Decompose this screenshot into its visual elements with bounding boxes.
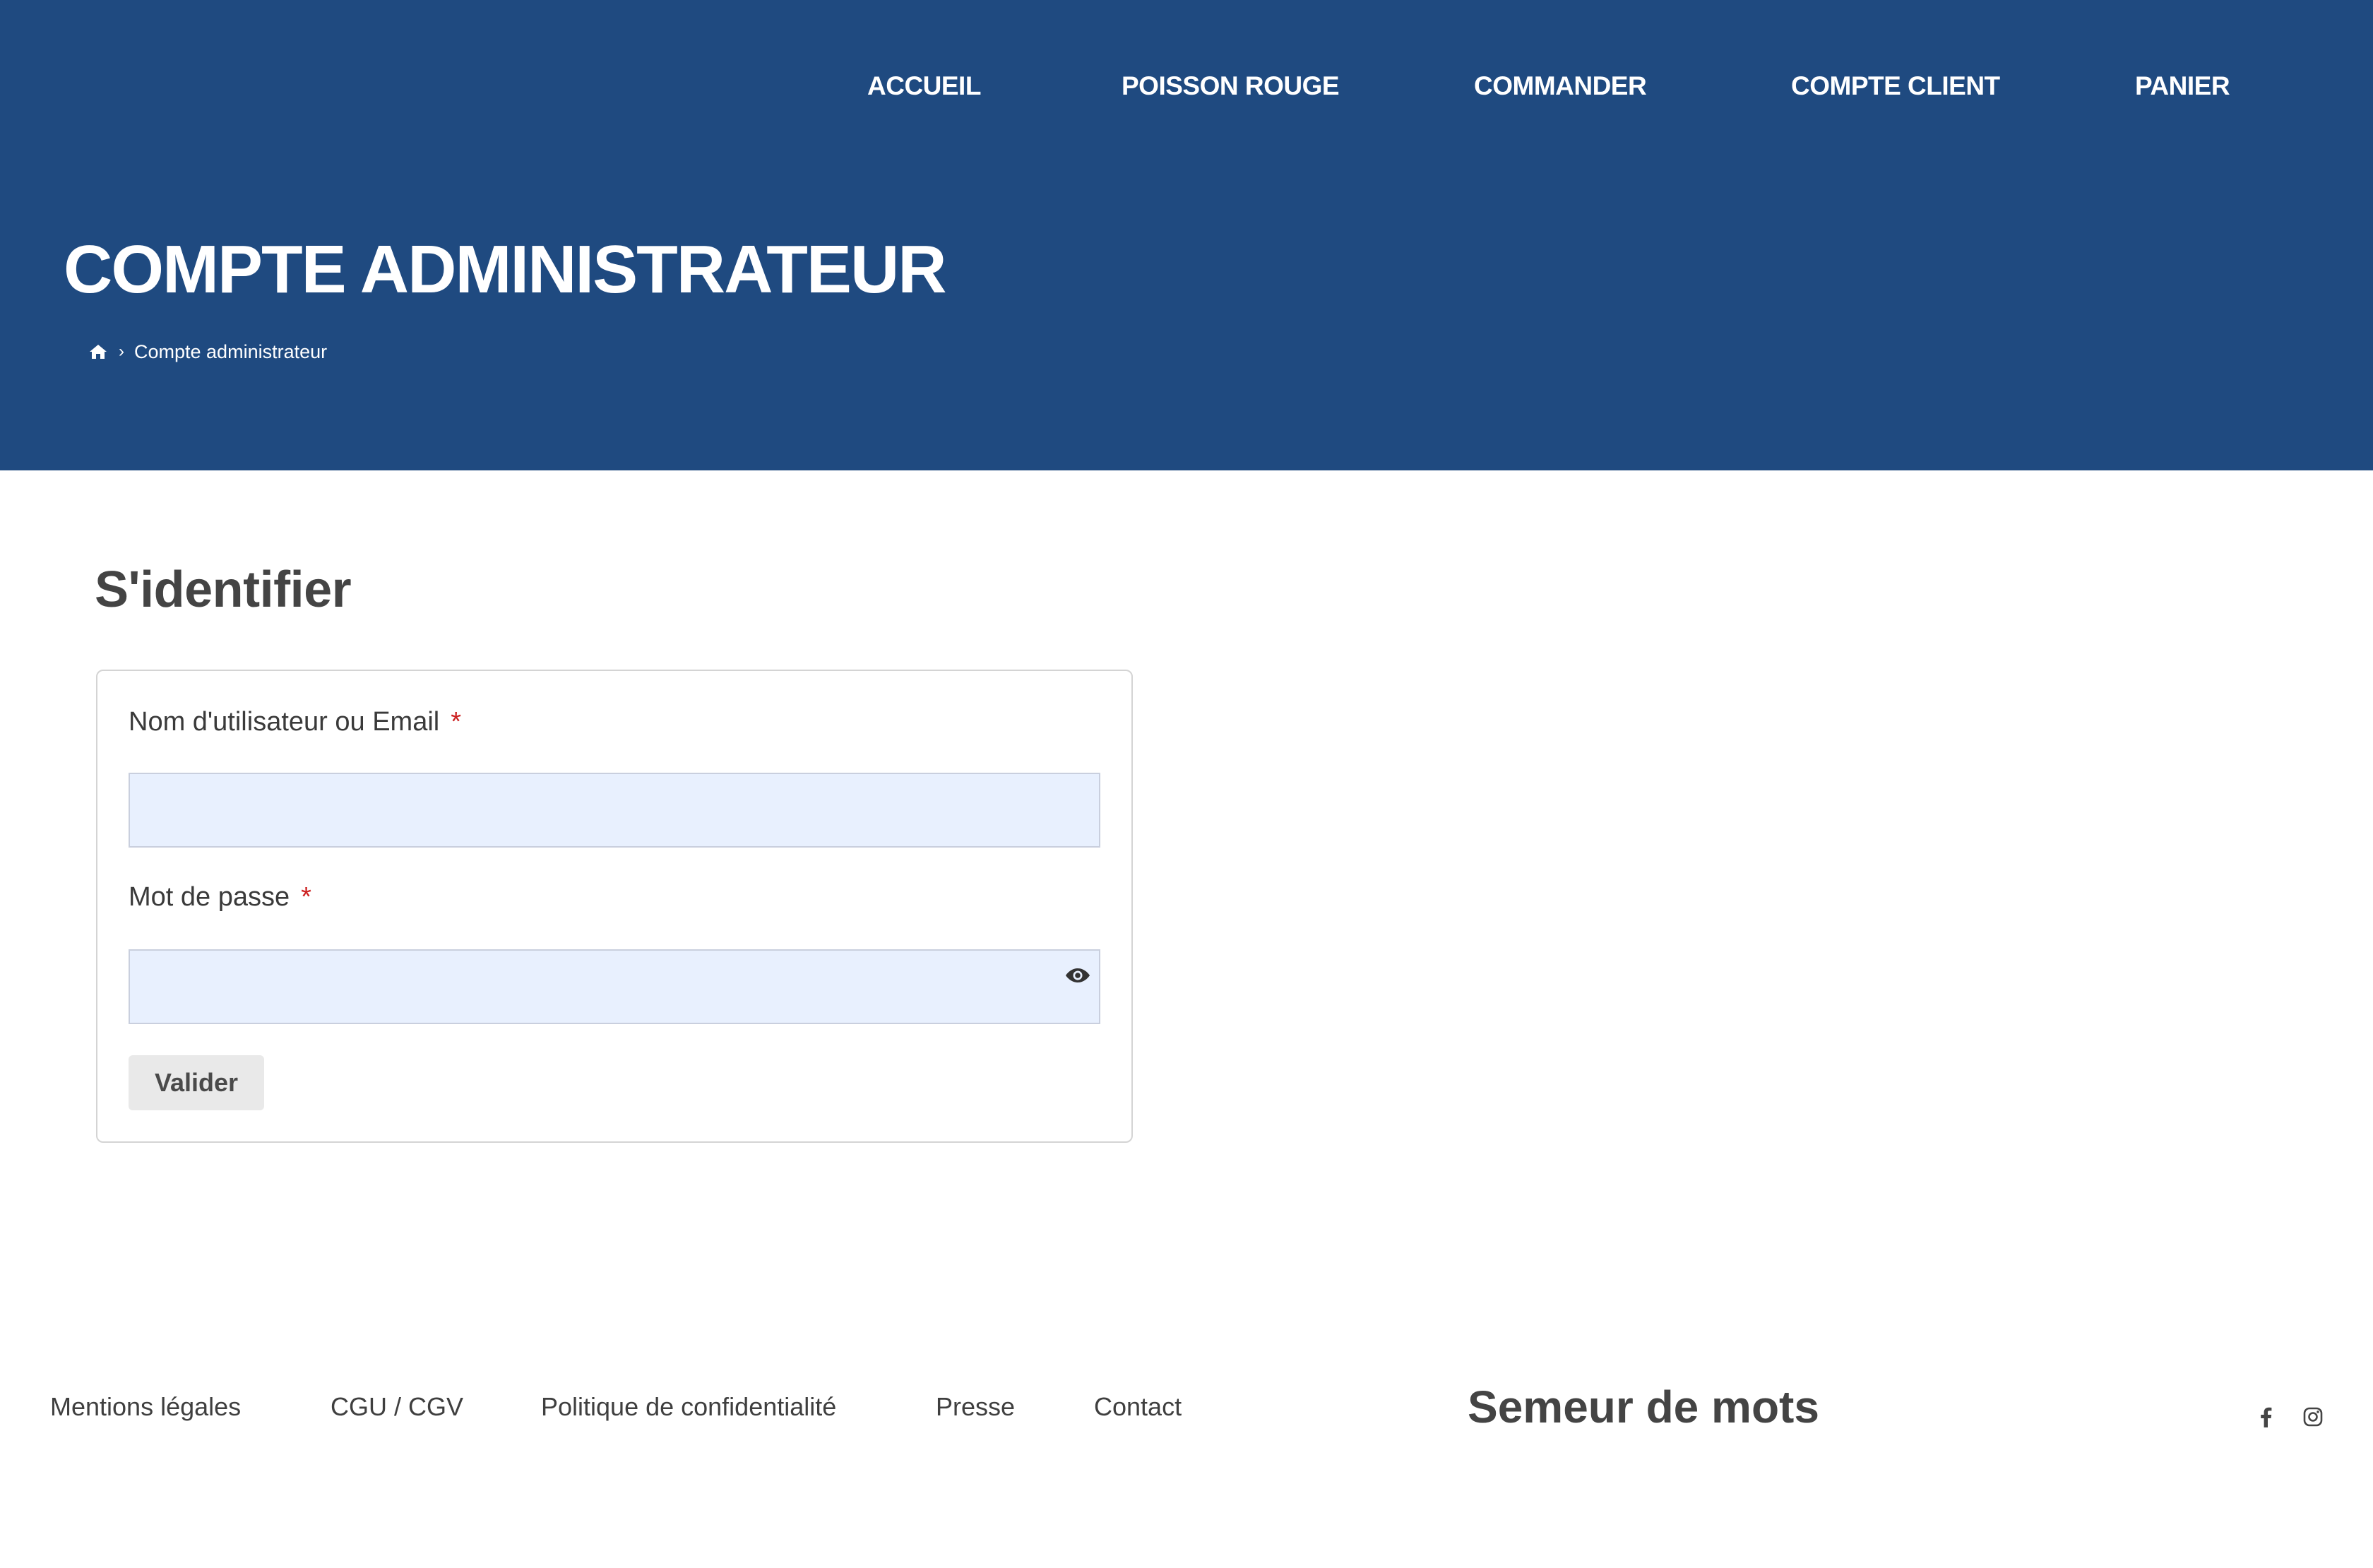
username-input[interactable] xyxy=(129,773,1100,848)
nav-item-poisson-rouge[interactable]: POISSON ROUGE xyxy=(1122,65,1340,107)
password-label: Mot de passe * xyxy=(129,876,311,918)
password-label-text: Mot de passe xyxy=(129,882,290,912)
footer-link-contact[interactable]: Contact xyxy=(1094,1386,1182,1428)
main-nav: ACCUEIL POISSON ROUGE COMMANDER COMPTE C… xyxy=(0,65,2373,107)
username-label: Nom d'utilisateur ou Email * xyxy=(129,701,461,743)
password-input[interactable] xyxy=(129,949,1100,1024)
eye-icon[interactable] xyxy=(1065,967,1090,984)
page-title: COMPTE ADMINISTRATEUR xyxy=(64,232,947,307)
username-label-text: Nom d'utilisateur ou Email xyxy=(129,707,440,737)
breadcrumb-separator: › xyxy=(119,342,124,361)
footer-link-mentions-legales[interactable]: Mentions légales xyxy=(50,1386,241,1428)
instagram-icon[interactable] xyxy=(2302,1406,2324,1428)
breadcrumb: › Compte administrateur xyxy=(89,336,327,367)
facebook-icon[interactable] xyxy=(2256,1406,2277,1428)
required-marker: * xyxy=(301,882,311,912)
nav-item-compte-client[interactable]: COMPTE CLIENT xyxy=(1791,65,2000,107)
nav-item-panier[interactable]: PANIER xyxy=(2135,65,2230,107)
home-icon[interactable] xyxy=(89,344,107,360)
footer-link-presse[interactable]: Presse xyxy=(936,1386,1015,1428)
footer-link-cgu-cgv[interactable]: CGU / CGV xyxy=(331,1386,463,1428)
footer-brand: Semeur de mots xyxy=(1468,1382,1819,1432)
footer-link-politique-confidentialite[interactable]: Politique de confidentialité xyxy=(541,1386,836,1428)
nav-item-accueil[interactable]: ACCUEIL xyxy=(867,65,981,107)
breadcrumb-current: Compte administrateur xyxy=(134,340,328,362)
submit-button[interactable]: Valider xyxy=(129,1055,264,1110)
nav-item-commander[interactable]: COMMANDER xyxy=(1474,65,1647,107)
required-marker: * xyxy=(451,707,462,737)
page-header: ACCUEIL POISSON ROUGE COMMANDER COMPTE C… xyxy=(0,0,2373,470)
login-title: S'identifier xyxy=(95,562,352,618)
login-form: Nom d'utilisateur ou Email * Mot de passe… xyxy=(96,670,1133,1143)
